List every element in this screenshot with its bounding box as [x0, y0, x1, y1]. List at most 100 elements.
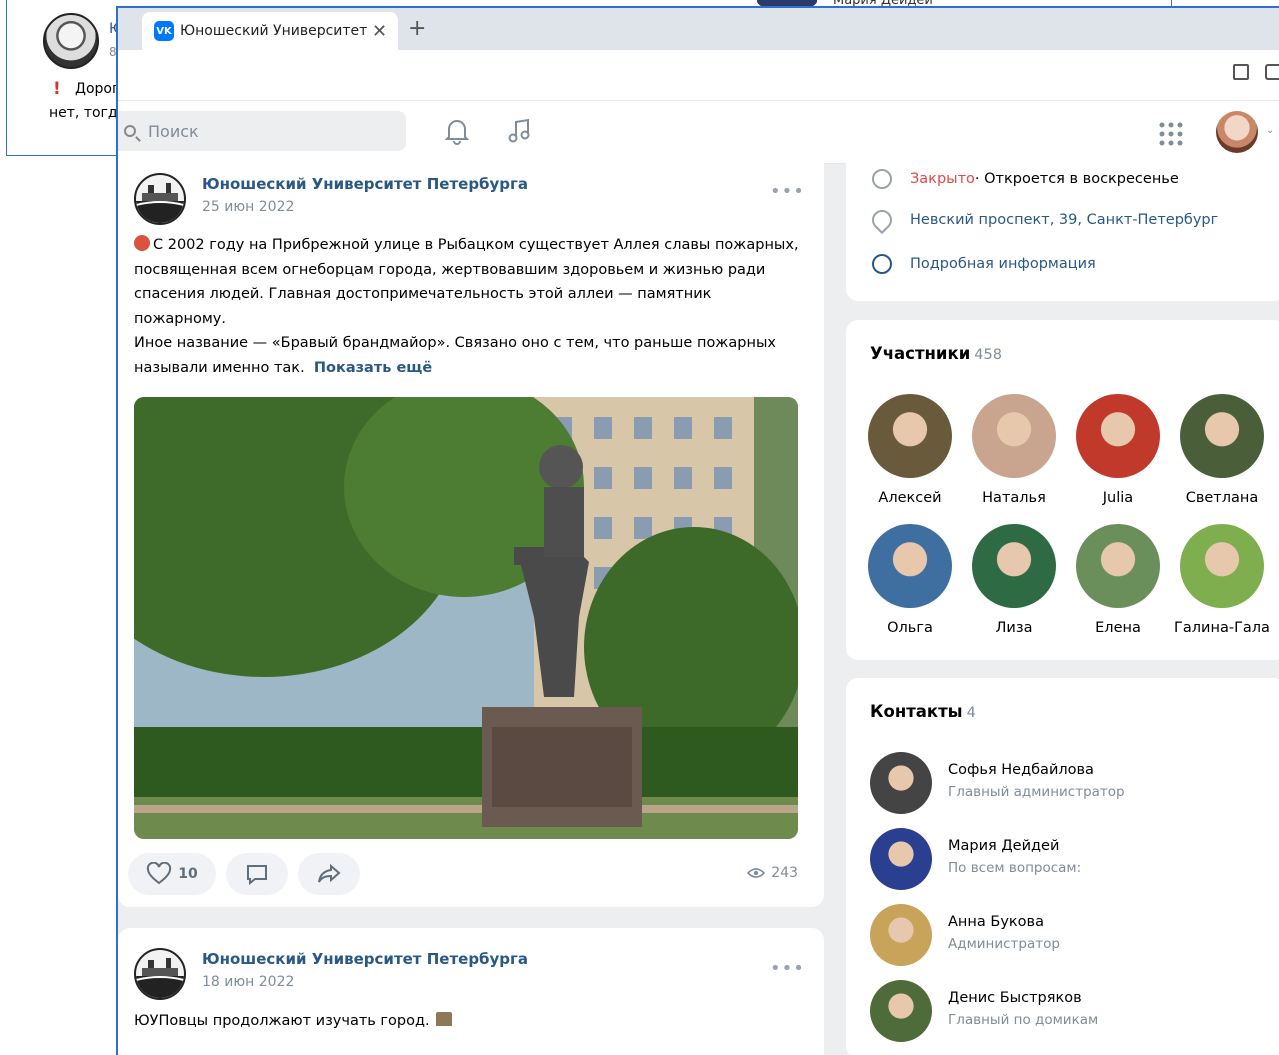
hours-row: Закрыто · Откроется в воскресенье: [872, 169, 1179, 189]
classical-building-emoji-icon: [435, 1012, 452, 1026]
contact-role: По всем вопросам:: [948, 860, 1082, 876]
contact-item[interactable]: Денис Быстряков Главный по домикам: [870, 980, 1270, 1044]
more-icon[interactable]: •••: [770, 181, 805, 202]
firefighter-emoji-icon: [134, 235, 150, 251]
like-count: 10: [178, 866, 198, 882]
member-item[interactable]: Наталья: [964, 394, 1064, 506]
new-tab-button[interactable]: +: [408, 16, 426, 41]
post-paragraph-2: Иное название — «Бравый брандмайор». Свя…: [134, 335, 776, 376]
contacts-count: 4: [966, 705, 976, 721]
info-icon: [872, 254, 892, 274]
comment-icon: [247, 865, 267, 886]
vk-header: ⌄: [118, 101, 1279, 164]
views-counter: 243: [747, 865, 798, 881]
more-info-row: Подробная информация: [872, 254, 1096, 274]
contact-item[interactable]: Анна Букова Администратор: [870, 904, 1270, 968]
post-actions: 10 243: [128, 853, 808, 897]
member-name: Ольга: [887, 620, 933, 636]
members-count: 458: [974, 347, 1002, 363]
tab-bar: VK Юношеский Университет Петербурга ✕ +: [118, 8, 1279, 50]
more-info-link[interactable]: Подробная информация: [910, 256, 1096, 272]
share-button[interactable]: [298, 853, 360, 895]
post-author-link[interactable]: Юношеский Университет Петербурга: [202, 175, 528, 193]
share-icon: [318, 863, 341, 883]
member-avatar: [868, 524, 952, 608]
post-date[interactable]: 18 июн 2022: [202, 974, 294, 990]
post-author-link[interactable]: Юношеский Университет Петербурга: [202, 950, 528, 968]
show-more-link[interactable]: Показать ещё: [314, 360, 432, 376]
address-link[interactable]: Невский проспект, 39, Санкт-Петербург: [910, 212, 1218, 228]
background-post-text-line2: нет, тогда: [49, 105, 127, 121]
contact-role: Главный администратор: [948, 784, 1125, 800]
like-button[interactable]: 10: [128, 853, 216, 895]
member-name: Лиза: [995, 620, 1033, 636]
status-opens: · Откроется в воскресенье: [974, 171, 1179, 187]
address-row: Невский проспект, 39, Санкт-Петербург: [867, 205, 1218, 235]
clock-icon: [872, 169, 892, 189]
member-item[interactable]: Галина-Гала: [1172, 524, 1272, 636]
contact-name: Мария Дейдей: [948, 838, 1060, 854]
member-item[interactable]: Лиза: [964, 524, 1064, 636]
comment-button[interactable]: [226, 853, 288, 895]
contact-item[interactable]: Софья Недбайлова Главный администратор: [870, 752, 1270, 816]
members-title-text: Участники: [870, 344, 971, 363]
edit-icon[interactable]: [1233, 64, 1249, 80]
post-date[interactable]: 25 июн 2022: [202, 199, 294, 215]
apps-grid-icon[interactable]: [1158, 121, 1184, 147]
member-avatar: [972, 524, 1056, 608]
search-box[interactable]: [118, 111, 406, 151]
heart-icon: [147, 862, 172, 885]
post-photo[interactable]: [134, 397, 798, 839]
camera-icon[interactable]: [1265, 64, 1279, 80]
music-icon[interactable]: [506, 117, 534, 145]
group-avatar[interactable]: [134, 173, 186, 225]
member-name: Наталья: [982, 490, 1046, 506]
group-logo-icon: [136, 958, 184, 998]
post-paragraph-1: С 2002 году на Прибрежной улице в Рыбацк…: [134, 237, 799, 327]
group-avatar-2[interactable]: [134, 948, 186, 1000]
member-name: Алексей: [878, 490, 942, 506]
members-card: Участники 458 Алексей Наталья Julia Светлана…: [846, 320, 1279, 660]
user-avatar[interactable]: [1216, 111, 1258, 153]
contact-avatar: [870, 904, 932, 966]
contacts-title[interactable]: Контакты 4: [870, 702, 976, 721]
close-icon[interactable]: ✕: [372, 21, 387, 42]
tab-vk-group[interactable]: VK Юношеский Университет Петербурга ✕: [142, 12, 398, 50]
member-item[interactable]: Ольга: [860, 524, 960, 636]
contact-avatar: [870, 828, 932, 890]
firefighter-monument-photo: [134, 397, 798, 839]
members-title[interactable]: Участники 458: [870, 344, 1002, 363]
chevron-down-icon[interactable]: ⌄: [1266, 125, 1274, 136]
member-name: Светлана: [1185, 490, 1259, 506]
exclamation-icon: !: [53, 79, 61, 99]
location-pin-icon: [867, 205, 897, 235]
browser-toolbar: [118, 50, 1279, 101]
member-item[interactable]: Алексей: [860, 394, 960, 506]
member-avatar: [972, 394, 1056, 478]
member-item[interactable]: Светлана: [1172, 394, 1272, 506]
status-closed: Закрыто: [910, 171, 975, 187]
contact-avatar: [870, 980, 932, 1042]
contact-name: Анна Букова: [948, 914, 1044, 930]
post-text: С 2002 году на Прибрежной улице в Рыбацк…: [134, 233, 804, 380]
member-avatar: [1076, 524, 1160, 608]
contact-name: Денис Быстряков: [948, 990, 1082, 1006]
search-input[interactable]: [146, 120, 390, 142]
member-name: Julia: [1102, 490, 1134, 506]
eye-icon: [747, 868, 766, 878]
contacts-card: Контакты 4 Софья Недбайлова Главный админи…: [846, 678, 1279, 1055]
vk-logo-icon: VK: [154, 21, 174, 41]
post-text-content: ЮУПовцы продолжают изучать город.: [134, 1013, 430, 1029]
member-item[interactable]: Julia: [1068, 394, 1168, 506]
member-item[interactable]: Елена: [1068, 524, 1168, 636]
contact-role: Администратор: [948, 936, 1060, 952]
member-name: Елена: [1095, 620, 1141, 636]
bell-icon[interactable]: [444, 117, 470, 145]
member-name: Галина-Гала: [1174, 620, 1270, 636]
tab-title: Юношеский Университет Петербурга: [180, 23, 368, 39]
contact-item[interactable]: Мария Дейдей По всем вопросам:: [870, 828, 1270, 892]
post-card: Юношеский Университет Петербурга 25 июн …: [118, 163, 824, 907]
contact-name: Софья Недбайлова: [948, 762, 1094, 778]
member-avatar: [1076, 394, 1160, 478]
more-icon[interactable]: •••: [770, 958, 805, 979]
